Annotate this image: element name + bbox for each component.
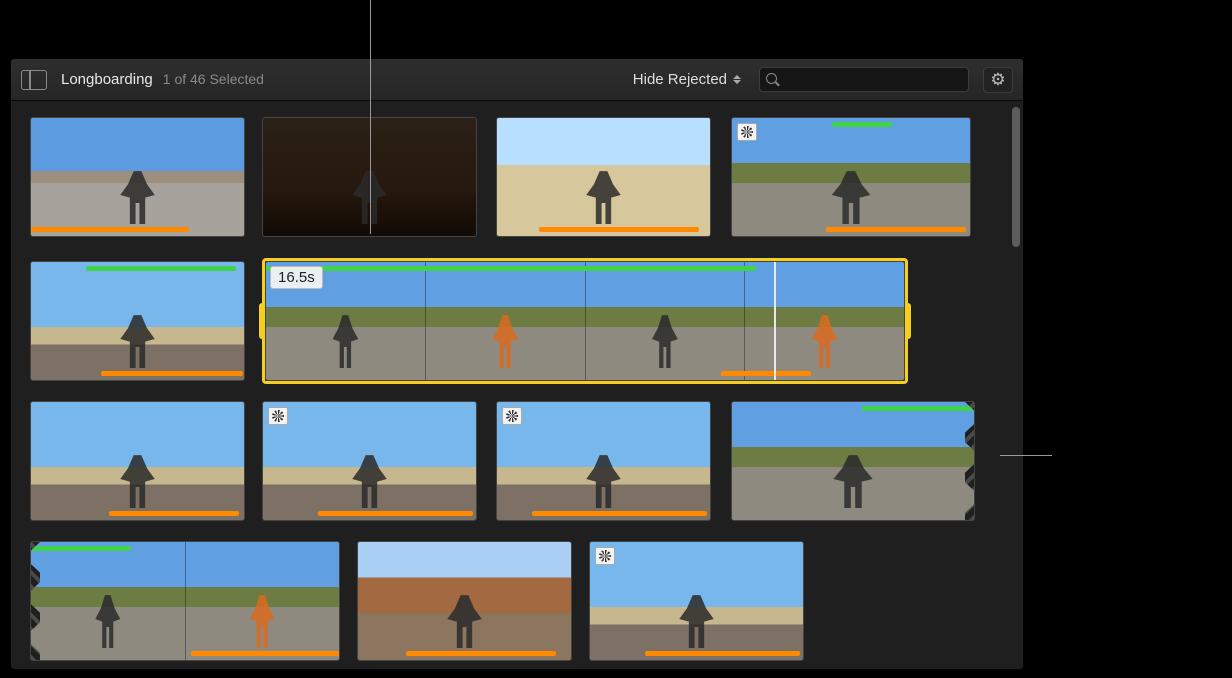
selection-count: 1 of 46 Selected (163, 71, 264, 87)
selection-duration-label: 16.5s (270, 266, 323, 289)
proxy-badge-icon (737, 123, 757, 141)
clip-thumbnail[interactable] (589, 541, 804, 661)
search-field[interactable] (759, 67, 969, 92)
keyword-marker (406, 651, 556, 656)
event-title: Longboarding (61, 71, 153, 88)
gear-icon: ⚙ (990, 70, 1005, 90)
proxy-badge-icon (502, 407, 522, 425)
clip-thumbnail[interactable] (496, 401, 711, 521)
callout-line-right (1000, 455, 1052, 456)
title-group: Longboarding 1 of 46 Selected (61, 71, 264, 88)
clip-thumbnail[interactable] (30, 117, 245, 237)
keyword-marker (31, 227, 189, 232)
chevron-updown-icon (733, 73, 741, 87)
keyword-marker (101, 371, 243, 376)
clip-thumbnail[interactable] (262, 401, 477, 521)
keyword-marker (109, 511, 239, 516)
keyword-marker (539, 227, 699, 232)
clip-thumbnail[interactable] (731, 117, 971, 237)
skimmer-playhead[interactable] (774, 262, 776, 380)
clip-thumbnail[interactable] (30, 401, 245, 521)
selection-handle-right[interactable] (905, 303, 911, 339)
favorite-marker (832, 122, 892, 127)
favorite-marker (31, 546, 131, 551)
browser-toolbar: Longboarding 1 of 46 Selected Hide Rejec… (11, 59, 1023, 101)
sidebar-toggle-icon[interactable] (21, 70, 47, 90)
search-input[interactable] (786, 72, 962, 87)
clip-thumbnail[interactable]: 16.5s (265, 261, 905, 381)
clip-appearance-button[interactable]: ⚙ (983, 67, 1013, 93)
scrollbar-thumb[interactable] (1012, 107, 1020, 247)
clip-thumbnail[interactable] (357, 541, 572, 661)
keyword-marker (318, 511, 473, 516)
scrollbar-track[interactable] (1011, 107, 1021, 663)
favorite-marker (86, 266, 236, 271)
clip-thumbnail[interactable] (30, 261, 245, 381)
proxy-badge-icon (268, 407, 288, 425)
search-icon (766, 73, 780, 87)
callout-line-top (370, 0, 371, 234)
selection-handle-left[interactable] (259, 303, 265, 339)
filter-popup-label: Hide Rejected (633, 71, 727, 88)
filter-popup-button[interactable]: Hide Rejected (629, 69, 745, 90)
clip-thumbnail[interactable] (731, 401, 975, 521)
clip-thumbnail[interactable] (496, 117, 711, 237)
keyword-marker (645, 651, 800, 656)
favorite-marker (266, 266, 756, 271)
proxy-badge-icon (595, 547, 615, 565)
favorite-marker (862, 406, 974, 411)
keyword-marker (191, 651, 340, 656)
keyword-marker (826, 227, 966, 232)
clip-thumbnail[interactable] (30, 541, 340, 661)
browser-body[interactable]: 16.5s (11, 101, 1023, 669)
keyword-marker (532, 511, 707, 516)
keyword-marker (721, 371, 811, 376)
event-browser-panel: Longboarding 1 of 46 Selected Hide Rejec… (10, 58, 1024, 670)
